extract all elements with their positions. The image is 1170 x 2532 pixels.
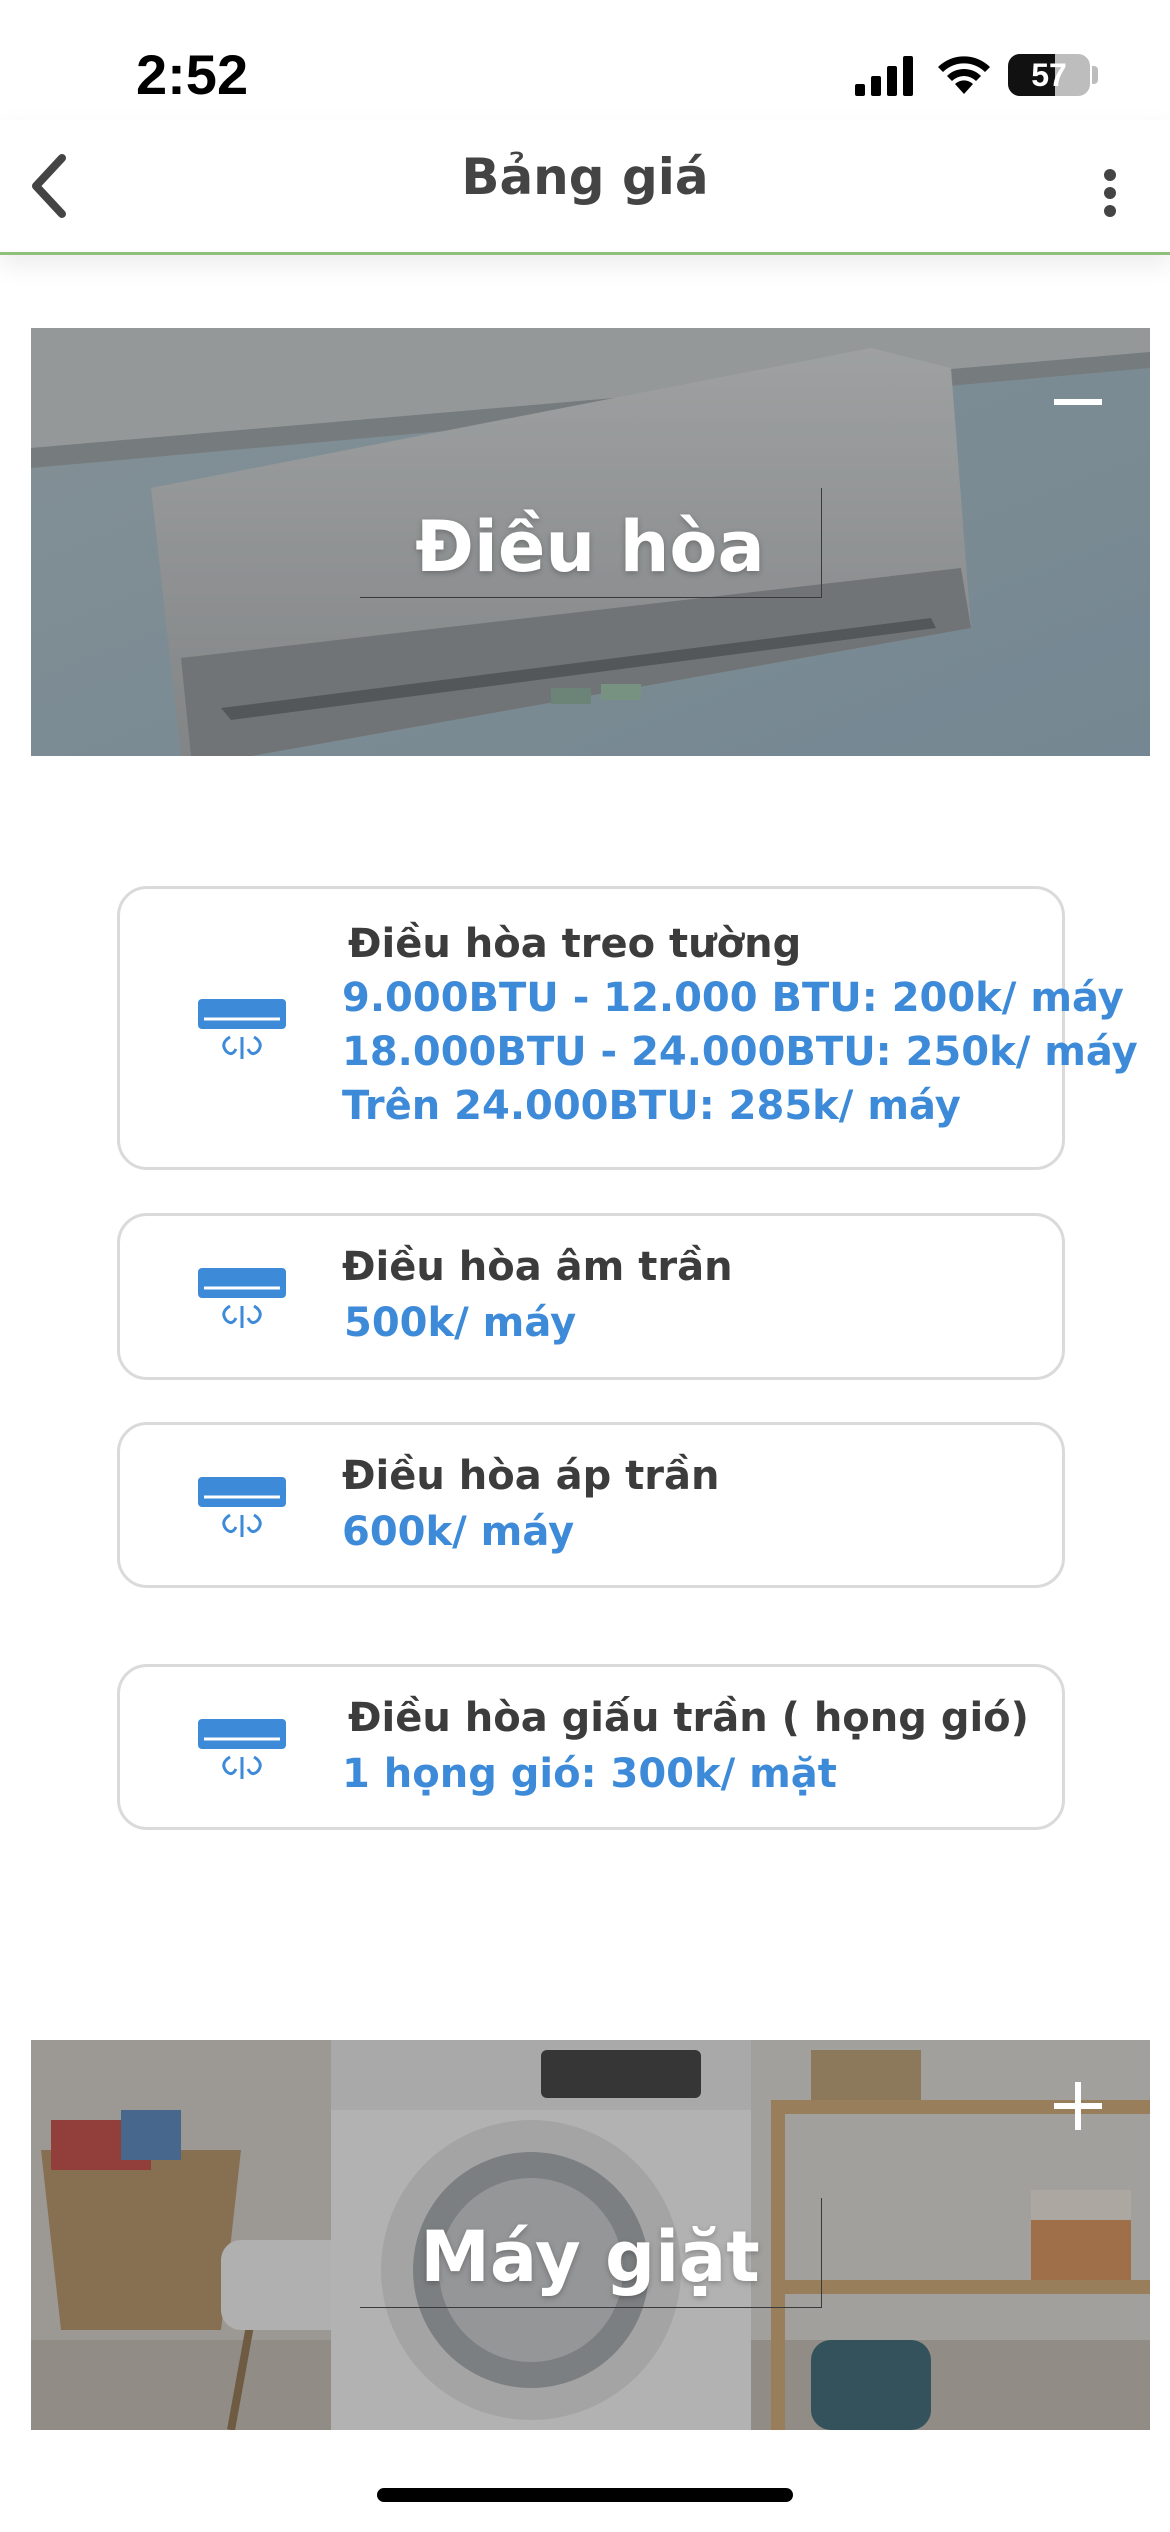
category-title: Điều hòa [415,506,765,588]
card-price: 9.000BTU - 12.000 BTU: 200k/ máy [342,975,1124,1021]
air-conditioner-icon [198,1477,286,1537]
banner-label-frame: Máy giặt [359,2198,822,2308]
price-card-concealed-ceiling[interactable]: Điều hòa giấu trần ( họng gió) 1 họng gi… [117,1664,1065,1830]
price-card-ceiling-mounted[interactable]: Điều hòa áp trần 600k/ máy [117,1422,1065,1588]
battery-tip [1092,66,1098,84]
wifi-icon [938,56,990,94]
battery-icon: 57 [1008,54,1090,96]
banner-label-frame: Điều hòa [359,488,822,598]
air-conditioner-icon [198,1268,286,1328]
category-banner-washing-machine[interactable]: Máy giặt [31,2040,1150,2430]
price-card-ceiling-cassette[interactable]: Điều hòa âm trần 500k/ máy [117,1213,1065,1380]
plus-icon[interactable] [1050,2078,1106,2134]
card-price: 600k/ máy [342,1509,575,1555]
air-conditioner-icon [198,1719,286,1779]
page-title: Bảng giá [461,148,709,206]
more-options-icon[interactable] [1086,146,1134,236]
battery-percent: 57 [1031,57,1067,93]
price-card-wall-mounted[interactable]: Điều hòa treo tường 9.000BTU - 12.000 BT… [117,886,1138,1170]
home-indicator[interactable] [377,2488,793,2502]
category-title: Máy giặt [420,2216,760,2298]
cellular-signal-icon [855,56,913,96]
card-title: Điều hòa giấu trần ( họng gió) [348,1695,1029,1741]
card-title: Điều hòa âm trần [342,1244,733,1290]
card-price: Trên 24.000BTU: 285k/ máy [342,1083,961,1129]
minus-icon[interactable] [1050,374,1106,430]
air-conditioner-icon [198,999,286,1059]
card-title: Điều hòa treo tường [348,921,802,967]
card-title: Điều hòa áp trần [342,1453,720,1499]
app-header: Bảng giá [0,120,1170,255]
card-price: 1 họng gió: 300k/ mặt [342,1751,837,1797]
card-price: 18.000BTU - 24.000BTU: 250k/ máy [342,1029,1138,1075]
status-time: 2:52 [136,43,249,106]
card-price: 500k/ máy [344,1300,577,1346]
category-banner-air-conditioner[interactable]: Điều hòa [31,328,1150,756]
